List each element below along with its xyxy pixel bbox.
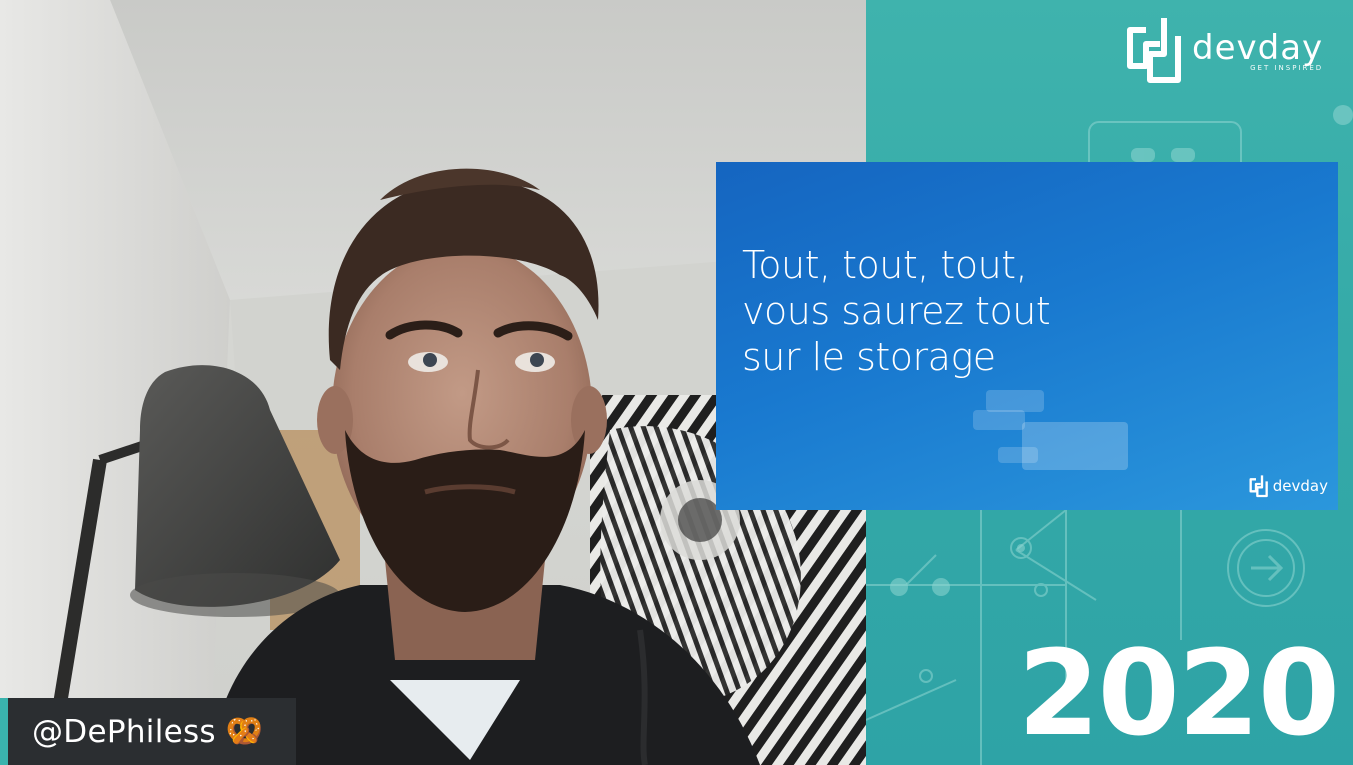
- slide-title-line: Tout, tout, tout,: [742, 243, 1028, 287]
- slide-devday-logo: devday: [1248, 474, 1328, 498]
- devday-mark-icon: [1127, 18, 1181, 83]
- devday-mark-icon: [1249, 475, 1268, 498]
- event-year: 2020: [1017, 624, 1340, 762]
- slide-title-line: sur le storage: [742, 335, 996, 379]
- pretzel-icon: 🥨: [225, 715, 264, 748]
- speaker-name-tag: @DePhiless 🥨: [0, 698, 296, 765]
- presentation-slide: Tout, tout, tout, vous saurez tout sur l…: [716, 162, 1338, 510]
- name-tag-accent-bar: [0, 698, 8, 765]
- devday-logo: devday GET INSPIRED: [1124, 14, 1323, 86]
- chat-bubble-decoration: [1022, 422, 1128, 470]
- slide-title-line: vous saurez tout: [742, 289, 1051, 333]
- chat-bubble-decoration: [973, 410, 1025, 430]
- slide-logo-wordmark: devday: [1272, 477, 1328, 495]
- stream-frame: devday GET INSPIRED 2020 Tout, tout, tou…: [0, 0, 1353, 765]
- chat-bubble-decoration: [998, 447, 1038, 463]
- chat-bubble-decoration: [986, 390, 1044, 412]
- speaker-handle: @DePhiless: [32, 713, 216, 750]
- logo-tagline: GET INSPIRED: [1250, 64, 1324, 72]
- logo-wordmark: devday: [1192, 28, 1324, 68]
- slide-title: Tout, tout, tout, vous saurez tout sur l…: [742, 242, 1162, 380]
